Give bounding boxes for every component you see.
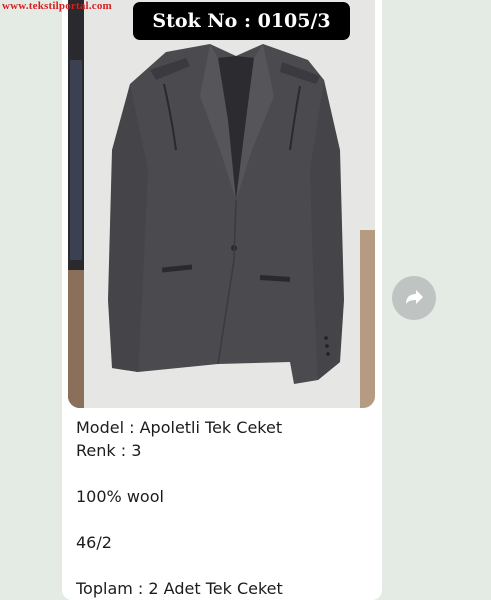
- jacket-image: [68, 0, 375, 408]
- forward-share-icon: [406, 290, 423, 304]
- stock-number-badge: Stok No : 0105/3: [133, 2, 350, 40]
- message-caption: Model : Apoletli Tek Ceket Renk : 3 100%…: [76, 416, 376, 600]
- jacket-photo[interactable]: [68, 0, 375, 408]
- forward-button[interactable]: [392, 276, 436, 320]
- site-watermark: www.tekstilportal.com: [2, 0, 112, 12]
- color-line: Renk : 3: [76, 441, 142, 460]
- material-line: 100% wool: [76, 487, 164, 506]
- size-line: 46/2: [76, 533, 112, 552]
- model-line: Model : Apoletli Tek Ceket: [76, 418, 283, 437]
- total-line: Toplam : 2 Adet Tek Ceket: [76, 579, 283, 598]
